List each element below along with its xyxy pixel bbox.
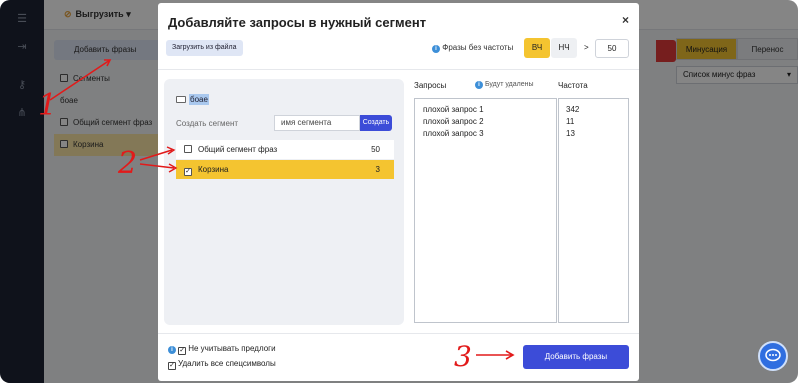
checkbox[interactable] bbox=[184, 145, 192, 153]
vch-toggle[interactable]: ВЧ bbox=[524, 38, 550, 58]
segment-label: Корзина bbox=[198, 165, 229, 174]
frequency-line: 13 bbox=[566, 129, 575, 138]
query-line: плохой запрос 1 bbox=[423, 105, 484, 114]
option-label: Удалить все спецсимволы bbox=[178, 359, 276, 368]
load-from-file-button[interactable]: Загрузить из файла bbox=[166, 40, 243, 56]
close-icon[interactable]: × bbox=[622, 13, 629, 27]
add-phrases-button[interactable]: Добавить фразы bbox=[523, 345, 629, 369]
nch-toggle[interactable]: НЧ bbox=[551, 38, 577, 58]
checkbox-checked[interactable]: ✓ bbox=[178, 347, 187, 355]
greater-than-sign: > bbox=[584, 43, 589, 52]
frequency-line: 11 bbox=[566, 117, 575, 126]
folder-icon bbox=[176, 96, 186, 103]
segment-panel: боае Создать сегмент имя сегмента Создат… bbox=[164, 79, 404, 325]
segment-item[interactable]: Общий сегмент фраз 50 bbox=[176, 140, 394, 159]
folder-name: боае bbox=[189, 94, 209, 105]
segment-count: 3 bbox=[375, 165, 380, 174]
query-line: плохой запрос 2 bbox=[423, 117, 484, 126]
frequency-threshold-input[interactable]: 50 bbox=[595, 39, 629, 58]
segment-count: 50 bbox=[371, 145, 380, 154]
info-icon: i bbox=[432, 45, 440, 53]
create-segment-label: Создать сегмент bbox=[176, 119, 239, 128]
add-queries-modal: Добавляйте запросы в нужный сегмент × За… bbox=[158, 3, 639, 381]
divider bbox=[158, 69, 639, 70]
checkbox-checked[interactable]: ✓ bbox=[168, 362, 176, 370]
app-window: ☰ ⇥ ⚷ ⋔ ⊘ Выгрузить ▾ Добавить фразы Сегм… bbox=[0, 0, 798, 383]
divider bbox=[158, 333, 639, 334]
will-be-deleted-label: i Будут удалены bbox=[475, 81, 534, 89]
info-icon: i bbox=[475, 81, 483, 89]
ignore-prepositions-option[interactable]: i ✓ Не учитывать предлоги bbox=[168, 344, 276, 355]
query-line: плохой запрос 3 bbox=[423, 129, 484, 138]
segment-folder[interactable]: боае bbox=[176, 94, 209, 105]
annotation-label-1: 1 bbox=[38, 88, 58, 123]
chat-bubble-icon bbox=[765, 348, 781, 362]
queries-label: Запросы bbox=[414, 81, 447, 90]
frequency-textarea[interactable]: 342 11 13 bbox=[558, 98, 629, 323]
segment-name-input[interactable]: имя сегмента bbox=[274, 115, 360, 131]
info-icon: i bbox=[168, 346, 176, 354]
create-segment-button[interactable]: Создать bbox=[360, 115, 392, 131]
segment-label: Общий сегмент фраз bbox=[198, 145, 278, 154]
annotation-label-3: 3 bbox=[454, 340, 472, 373]
remove-special-symbols-option[interactable]: ✓ Удалить все спецсимволы bbox=[168, 359, 276, 370]
segment-item[interactable]: ✓ Корзина 3 bbox=[176, 160, 394, 179]
checkbox-checked[interactable]: ✓ bbox=[184, 168, 192, 176]
no-frequency-text: Фразы без частоты bbox=[442, 43, 514, 52]
queries-textarea[interactable]: плохой запрос 1 плохой запрос 2 плохой з… bbox=[414, 98, 557, 323]
option-label: Не учитывать предлоги bbox=[188, 344, 276, 353]
chat-icon[interactable] bbox=[758, 341, 788, 371]
no-frequency-label: i Фразы без частоты bbox=[432, 43, 513, 53]
will-be-deleted-text: Будут удалены bbox=[484, 81, 534, 88]
frequency-line: 342 bbox=[566, 105, 580, 114]
frequency-label: Частота bbox=[558, 81, 588, 90]
annotation-label-2: 2 bbox=[118, 146, 138, 181]
modal-title: Добавляйте запросы в нужный сегмент bbox=[168, 15, 427, 30]
